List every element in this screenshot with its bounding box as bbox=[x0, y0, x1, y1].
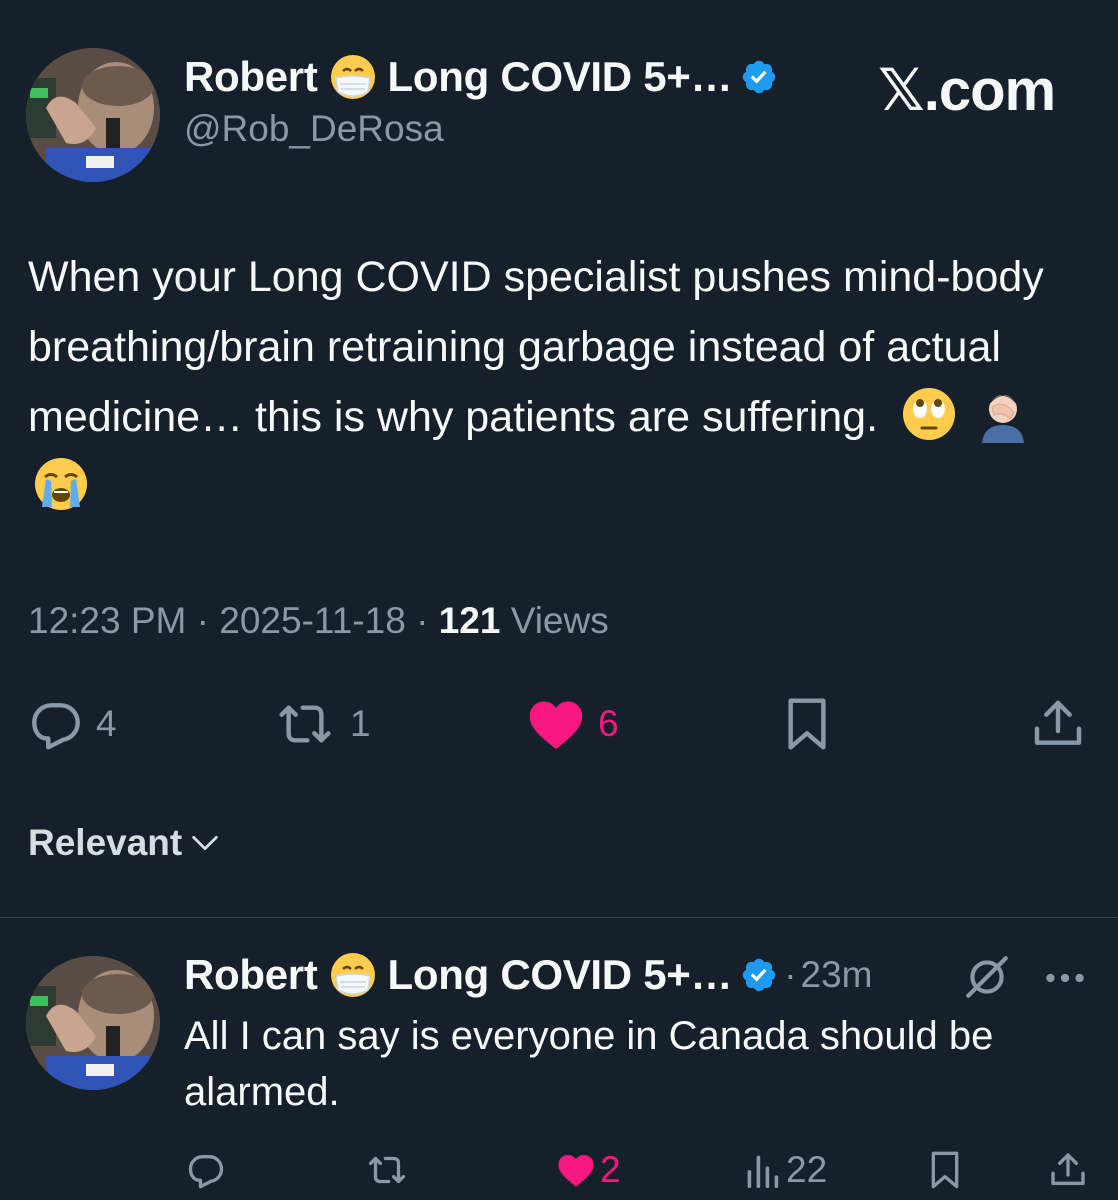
reply-like-count: 2 bbox=[600, 1149, 621, 1190]
meta-separator: · bbox=[196, 600, 209, 641]
post-meta: 12:23 PM · 2025-11-18 · 121 Views bbox=[28, 600, 609, 642]
post-text-body: When your Long COVID specialist pushes m… bbox=[28, 253, 1044, 441]
repost-button[interactable]: 1 bbox=[272, 696, 371, 752]
reply-count: 4 bbox=[96, 703, 117, 744]
reply-views-count: 22 bbox=[786, 1149, 828, 1190]
post-author-row[interactable]: Robert Long COVID 5+… bbox=[184, 48, 778, 106]
reply-author-name-suffix[interactable]: Long COVID 5+… bbox=[388, 951, 733, 999]
avatar-photo bbox=[26, 956, 160, 1090]
share-icon[interactable] bbox=[1048, 1150, 1088, 1190]
author-avatar[interactable] bbox=[26, 48, 160, 182]
reply-views-button[interactable]: 22 bbox=[744, 1148, 827, 1192]
reply-like-button[interactable]: 2 bbox=[556, 1148, 621, 1192]
share-icon[interactable] bbox=[1030, 696, 1086, 752]
more-options-icon[interactable] bbox=[1040, 958, 1090, 998]
sort-label: Relevant bbox=[28, 822, 183, 863]
post-date[interactable]: 2025-11-18 bbox=[219, 600, 406, 641]
reply-icon[interactable] bbox=[186, 1150, 226, 1190]
views-label: Views bbox=[510, 600, 609, 641]
bookmark-icon[interactable] bbox=[782, 696, 832, 752]
like-count: 6 bbox=[598, 703, 619, 744]
reply-time-ago[interactable]: 23m bbox=[801, 954, 873, 996]
post-author-name[interactable]: Robert bbox=[184, 53, 318, 101]
reply-button[interactable]: 4 bbox=[28, 696, 117, 752]
reply-author-avatar[interactable] bbox=[26, 956, 160, 1090]
verified-badge-icon bbox=[742, 958, 776, 992]
reply-meta-separator: · bbox=[784, 954, 797, 995]
chevron-down-icon bbox=[192, 835, 218, 851]
face-with-rolling-eyes-icon bbox=[903, 388, 956, 440]
views-chart-icon bbox=[747, 1155, 779, 1188]
divider bbox=[0, 917, 1118, 918]
repost-count: 1 bbox=[350, 703, 371, 744]
repost-icon bbox=[279, 705, 331, 743]
post-text: When your Long COVID specialist pushes m… bbox=[28, 242, 1098, 522]
bookmark-icon[interactable] bbox=[928, 1150, 962, 1190]
avatar-photo bbox=[26, 48, 160, 182]
like-button[interactable]: 6 bbox=[526, 696, 619, 752]
reply-author-row[interactable]: Robert Long COVID 5+… · 23m bbox=[184, 946, 873, 1004]
face-with-medical-mask-icon bbox=[330, 953, 375, 997]
reply-text: All I can say is everyone in Canada shou… bbox=[184, 1014, 994, 1114]
loudly-crying-face-icon bbox=[35, 458, 87, 510]
post-author-handle[interactable]: @Rob_DeRosa bbox=[184, 108, 444, 150]
sort-dropdown[interactable]: Relevant bbox=[28, 822, 222, 864]
reply-author-name[interactable]: Robert bbox=[184, 951, 318, 999]
heart-filled-icon bbox=[558, 1155, 594, 1187]
post-author-name-suffix[interactable]: Long COVID 5+… bbox=[388, 53, 733, 101]
face-with-medical-mask-icon bbox=[330, 55, 375, 99]
repost-icon[interactable] bbox=[364, 1150, 410, 1190]
x-logo: 𝕏.com bbox=[878, 58, 1056, 123]
person-facepalming-icon bbox=[981, 395, 1024, 443]
verified-badge-icon bbox=[742, 60, 776, 94]
views-count: 121 bbox=[438, 600, 501, 641]
grok-icon[interactable] bbox=[962, 952, 1012, 1002]
meta-separator: · bbox=[416, 600, 429, 641]
reply-icon bbox=[32, 703, 80, 750]
post-time[interactable]: 12:23 PM bbox=[28, 600, 186, 641]
heart-filled-icon bbox=[529, 701, 583, 749]
